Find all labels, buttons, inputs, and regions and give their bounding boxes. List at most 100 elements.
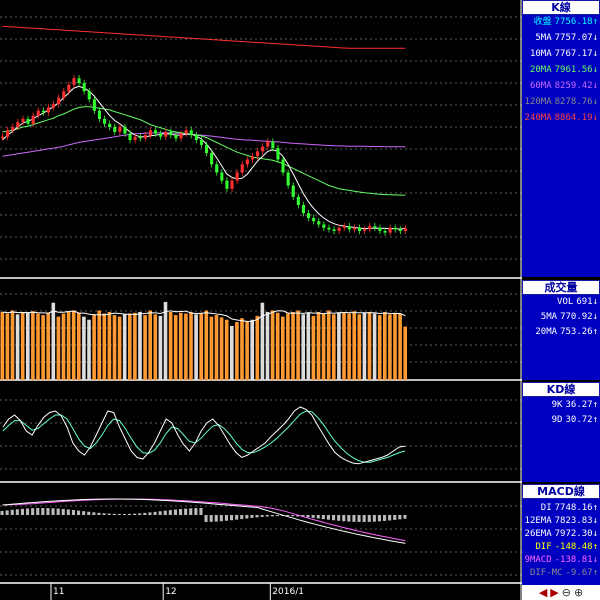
legend-item-value: 7823.83 (554, 516, 593, 526)
arrow-down-icon: ↓ (592, 49, 598, 59)
candle-body (41, 110, 45, 113)
candle-body (378, 227, 382, 231)
candle-body (317, 221, 321, 225)
legend-item-label: 20MA (535, 327, 558, 337)
volume-bar (82, 316, 86, 380)
volume-bar (128, 313, 132, 380)
candle-body (286, 172, 290, 186)
macd-histogram-bar (321, 515, 325, 520)
volume-bar (311, 315, 316, 380)
candle-body (123, 127, 127, 134)
macd-histogram-bar (383, 515, 387, 521)
volume-bar (214, 315, 219, 380)
macd-histogram-bar (260, 515, 264, 517)
candle-body (26, 118, 30, 124)
volume-bar (173, 315, 178, 380)
volume-bar (281, 316, 285, 380)
volume-bar (357, 314, 362, 380)
legend-item-label: DI (540, 503, 552, 513)
legend-item: 26EMA 7972.30↓ (524, 529, 598, 539)
candle-body (31, 115, 35, 124)
macd-histogram-bar (326, 515, 330, 520)
volume-bar (66, 312, 71, 380)
arrow-down-icon: ↓ (592, 555, 598, 565)
macd-histogram-bar (240, 515, 244, 520)
macd-histogram-bar (26, 508, 30, 515)
arrow-right-icon[interactable]: ▶ (550, 586, 558, 599)
arrow-left-icon[interactable]: ◀ (539, 586, 547, 599)
macd-histogram-bar (179, 509, 183, 515)
candle-body (82, 83, 86, 92)
candle-body (327, 227, 331, 230)
candle-body (194, 135, 198, 140)
volume-bar (117, 316, 122, 380)
volume-bar (291, 312, 295, 380)
candle-body (322, 224, 326, 228)
candle-body (113, 127, 117, 132)
macd-histogram-bar (189, 508, 193, 515)
macd-panel (0, 498, 407, 544)
legend-item: 20MA 7961.56↓ (524, 65, 598, 75)
arrow-down-icon: ↓ (592, 113, 598, 123)
candle-body (398, 229, 402, 231)
volume-bar (403, 326, 407, 380)
volume-bar (41, 315, 45, 380)
macd-histogram-bar (117, 513, 121, 515)
macd-histogram-bar (82, 511, 86, 515)
volume-bar (97, 310, 101, 380)
volume-bar (275, 312, 280, 380)
zoom-out-icon[interactable]: ⊖ (562, 586, 571, 599)
arrow-down-icon: ↓ (592, 516, 598, 526)
volume-bar (296, 310, 300, 380)
macd-histogram-bar (255, 515, 259, 518)
macd-histogram-bar (15, 509, 19, 515)
volume-bar (250, 319, 254, 380)
candle-body (358, 227, 362, 231)
macd-histogram-bar (393, 515, 397, 520)
volume-bar (393, 312, 397, 380)
volume-bar (321, 313, 326, 380)
legend-item-value: -138.81 (554, 555, 593, 565)
legend-item: 5MA 7757.07↓ (524, 33, 598, 43)
candle-body (210, 153, 214, 165)
zoom-in-icon[interactable]: ⊕ (574, 586, 583, 599)
volume-bar (245, 321, 249, 380)
legend-item: 10MA 7767.17↓ (524, 49, 598, 59)
volume-bar (87, 319, 91, 380)
candle-body (281, 159, 285, 173)
arrow-down-icon: ↓ (592, 81, 598, 91)
legend-item-value: 7767.17 (554, 49, 593, 59)
macd-histogram-bar (250, 515, 254, 518)
candle-body (250, 156, 254, 160)
arrow-down-icon: ↓ (592, 529, 598, 539)
stock-chart-canvas[interactable] (0, 0, 600, 600)
volume-bar (301, 314, 305, 380)
arrow-up-icon: ↑ (592, 568, 598, 578)
volume-bar (270, 310, 275, 380)
legend-item-label: 10MA (529, 49, 552, 59)
macd-histogram-bar (133, 513, 137, 515)
candle-body (97, 110, 101, 119)
volume-bar (204, 310, 209, 380)
volume-bar (230, 325, 234, 380)
legend-item-label: 20MA (529, 65, 552, 75)
candle-body (46, 107, 50, 113)
legend-item: 收盤 7756.18↑ (524, 17, 598, 27)
volume-bar (71, 310, 76, 380)
volume-panel-legend (522, 295, 600, 380)
legend-item: 5MA 770.92↓ (524, 312, 598, 322)
volume-bar (199, 313, 203, 380)
macd-histogram-bar (214, 515, 218, 522)
macd-histogram-bar (10, 509, 14, 515)
volume-bar (347, 313, 351, 380)
volume-bar (209, 316, 214, 380)
legend-item: 12EMA 7823.83↓ (524, 516, 598, 526)
volume-bar (20, 312, 25, 380)
volume-bar (10, 310, 15, 380)
legend-item-value: 8278.76 (554, 97, 593, 107)
volume-bar (337, 312, 341, 380)
macd-histogram-bar (194, 508, 198, 515)
legend-item-label: VOL (557, 297, 574, 307)
candle-body (138, 136, 142, 139)
ma20-line (2, 106, 406, 196)
